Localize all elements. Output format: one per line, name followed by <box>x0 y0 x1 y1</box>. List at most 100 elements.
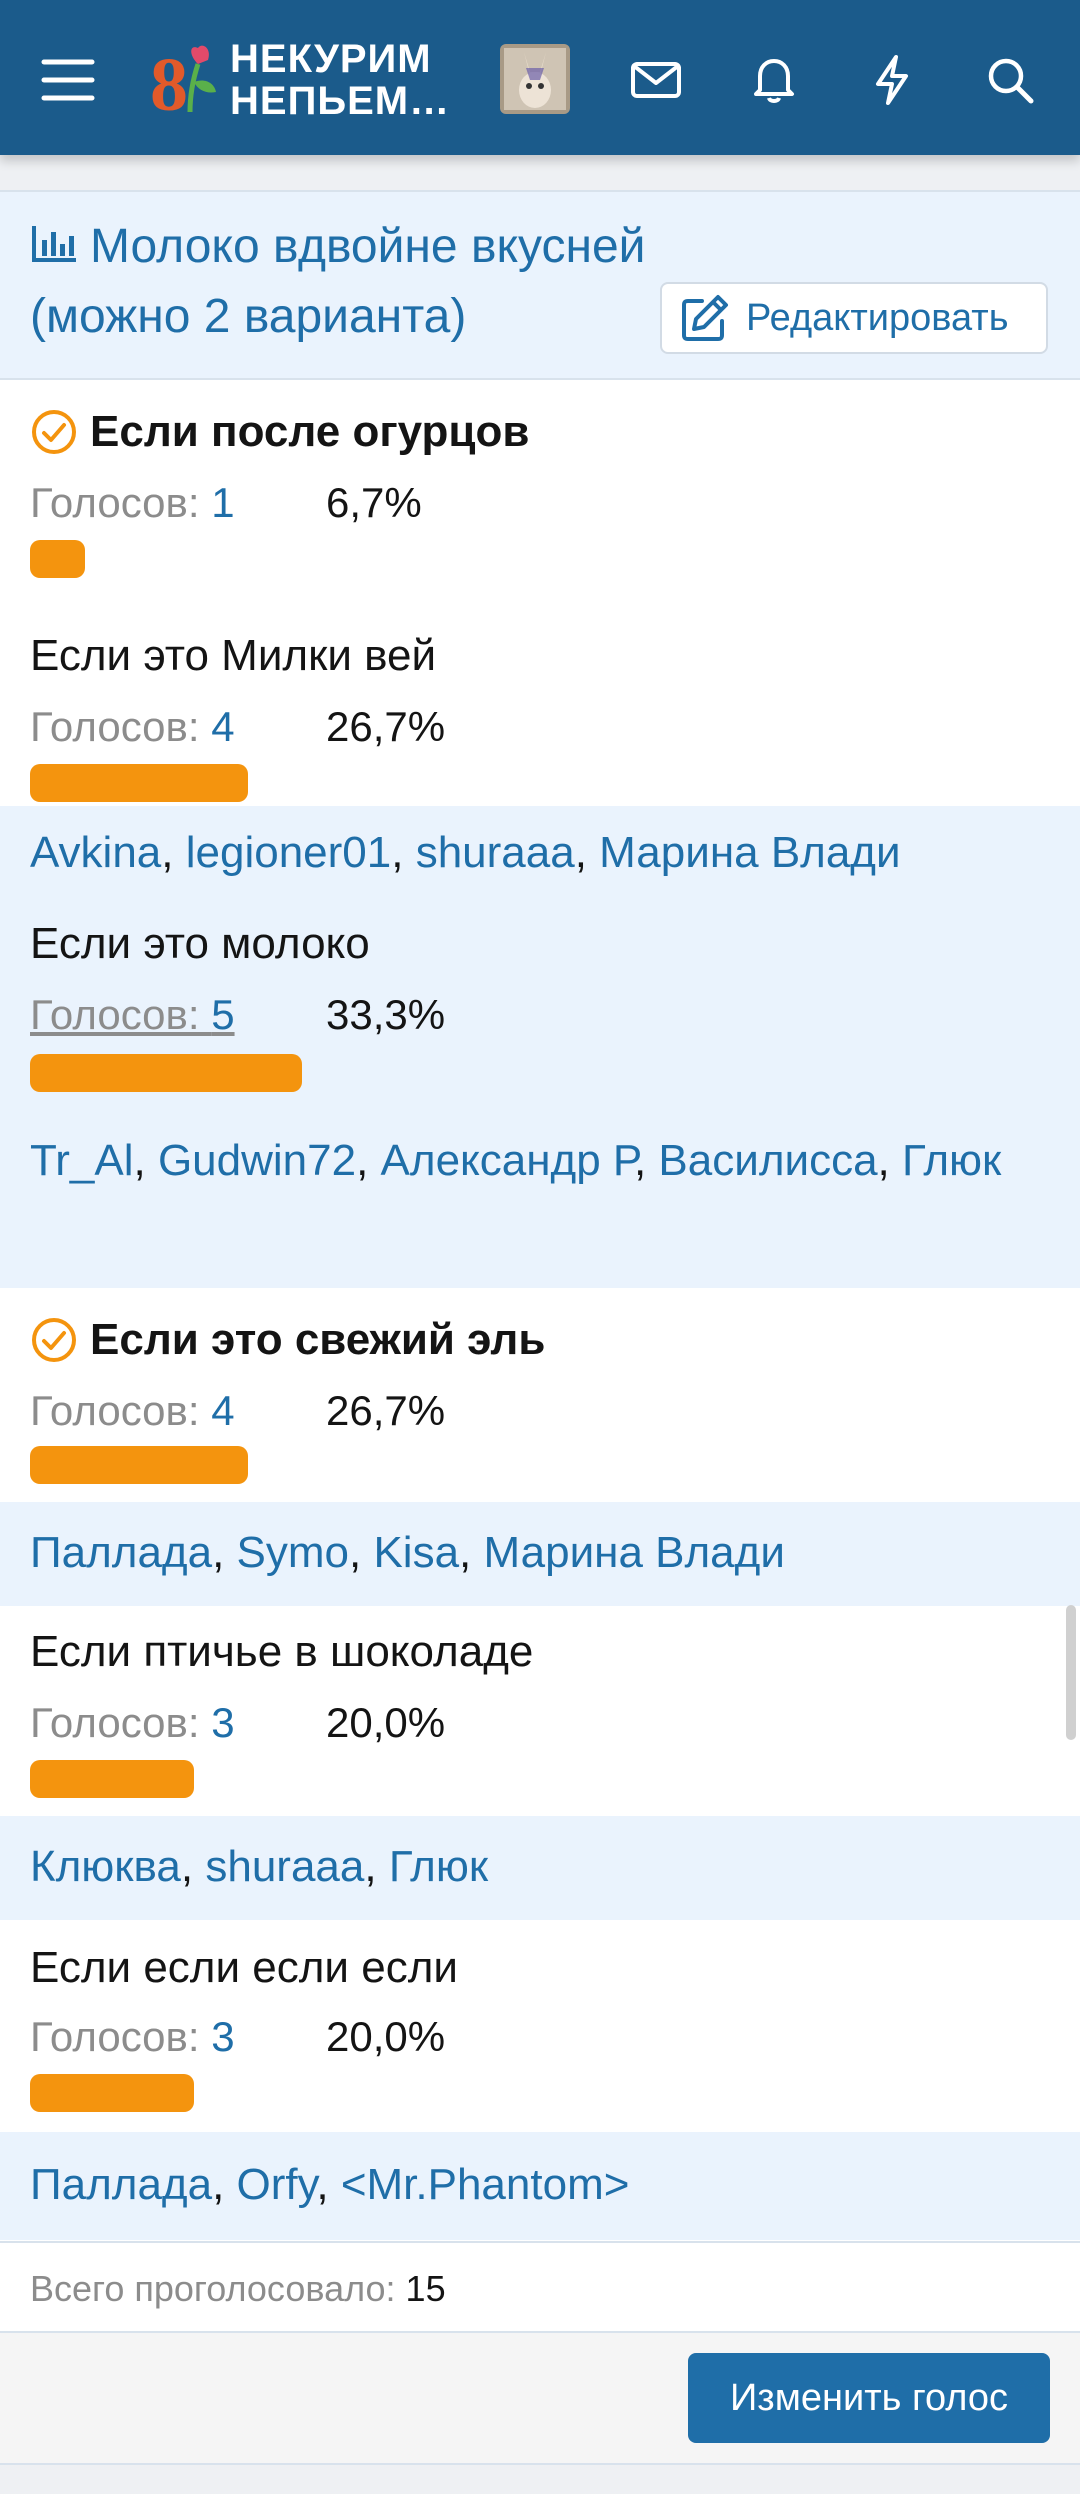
change-vote-button[interactable]: Изменить голос <box>688 2353 1050 2443</box>
voter-link[interactable]: Марина Влади <box>599 828 900 877</box>
votes-label: Голосов: <box>30 2013 212 2060</box>
votes-label: Голосов: <box>30 991 212 1038</box>
voter-separator: , <box>633 1136 659 1185</box>
voter-link[interactable]: Паллада <box>30 1528 212 1577</box>
top-navbar: 8 НЕКУРИМ НЕПЬЕМ… <box>0 0 1080 155</box>
voter-link[interactable]: Александр Р <box>381 1136 634 1185</box>
poll-option-votes: Голосов: 1 <box>30 476 235 530</box>
voter-link[interactable]: shuraaa <box>416 828 575 877</box>
poll-option-bar <box>30 540 85 578</box>
poll-option-1: Если это Милки вей Голосов: 4 26,7% <box>0 620 1080 806</box>
voter-separator: , <box>459 1528 484 1577</box>
scrollbar[interactable] <box>1066 1605 1076 1740</box>
poll-option-bar <box>30 2074 194 2112</box>
check-circle-icon <box>32 410 76 454</box>
edit-icon <box>682 295 728 341</box>
edit-poll-button[interactable]: Редактировать <box>660 282 1048 354</box>
poll-option-voters: Клюква, shuraaa, Глюк <box>0 1816 1080 1920</box>
voter-link[interactable]: shuraaa <box>205 1842 364 1891</box>
votes-count[interactable]: 4 <box>211 1387 234 1434</box>
votes-label: Голосов: <box>30 479 212 526</box>
poll-option-bar <box>30 1054 302 1092</box>
messages-button[interactable] <box>606 30 706 130</box>
poll-option-0: Если после огурцов Голосов: 1 6,7% <box>0 380 1080 620</box>
poll-option-label: Если это Милки вей <box>30 631 437 680</box>
voter-separator: , <box>349 1528 374 1577</box>
poll-option-percent: 26,7% <box>326 1387 446 1434</box>
voter-link[interactable]: Gudwin72 <box>158 1136 356 1185</box>
voter-separator: , <box>180 1842 206 1891</box>
poll-option-4: Если птичье в шоколаде Голосов: 3 20,0% <box>0 1606 1080 1816</box>
logo-emblem-icon: 8 <box>150 43 216 120</box>
poll-option-label: Если если если если <box>30 1943 458 1992</box>
avatar-image <box>500 44 570 114</box>
poll-option-percent: 26,7% <box>326 703 446 750</box>
logo-text-line1: НЕКУРИМ <box>230 37 432 81</box>
voter-link[interactable]: legioner01 <box>186 828 392 877</box>
votes-count[interactable]: 1 <box>211 479 234 526</box>
voter-separator: , <box>212 2160 237 2209</box>
poll-header: Молоко вдвойне вкусней (можно 2 варианта… <box>0 192 1080 380</box>
poll-option-votes[interactable]: Голосов: 5 <box>30 988 235 1042</box>
poll-option-percent: 20,0% <box>326 1699 446 1746</box>
voter-separator: , <box>877 1136 902 1185</box>
poll-option-bar <box>30 1446 248 1484</box>
voters-list: Паллада, Orfy, <Mr.Phantom> <box>30 2152 1040 2218</box>
voter-link[interactable]: Tr_Al <box>30 1136 134 1185</box>
voter-link[interactable]: Orfy <box>237 2160 317 2209</box>
voter-link[interactable]: Avkina <box>30 828 161 877</box>
voter-link[interactable]: Symo <box>237 1528 349 1577</box>
poll-option-voters: Avkina, legioner01, shuraaa, Марина Влад… <box>0 806 1080 906</box>
poll-option-percent: 33,3% <box>326 991 446 1038</box>
poll-option-label: Если это молоко <box>30 919 370 968</box>
poll-title-text: Молоко вдвойне вкусней (можно 2 варианта… <box>30 220 646 343</box>
voter-separator: , <box>391 828 416 877</box>
voters-list: Tr_Al, Gudwin72, Александр Р, Василисса,… <box>30 1128 1040 1194</box>
search-button[interactable] <box>960 30 1060 130</box>
lightning-icon <box>876 55 908 105</box>
votes-count[interactable]: 3 <box>211 2013 234 2060</box>
poll-option-votes: Голосов: 3 <box>30 1696 235 1750</box>
poll-option-votes: Голосов: 4 <box>30 1384 235 1438</box>
whats-new-button[interactable] <box>842 30 942 130</box>
voters-list: Паллада, Symo, Kisa, Марина Влади <box>30 1520 1040 1586</box>
voter-link[interactable]: Глюк <box>902 1136 1001 1185</box>
poll-option-voters: Tr_Al, Gudwin72, Александр Р, Василисса,… <box>0 1096 1080 1288</box>
poll-option-label: Если птичье в шоколаде <box>30 1627 534 1676</box>
voter-link[interactable]: Глюк <box>389 1842 488 1891</box>
votes-count[interactable]: 4 <box>211 703 234 750</box>
total-value: 15 <box>405 2268 446 2309</box>
poll-title: Молоко вдвойне вкусней (можно 2 варианта… <box>30 212 670 352</box>
voter-link[interactable]: Kisa <box>373 1528 459 1577</box>
voter-separator: , <box>574 828 600 877</box>
voter-link[interactable]: Паллада <box>30 2160 212 2209</box>
avatar[interactable] <box>500 44 570 114</box>
menu-button[interactable] <box>18 30 118 130</box>
voter-link[interactable]: Клюква <box>30 1842 181 1891</box>
total-voters: Всего проголосовало: 15 <box>30 2265 446 2313</box>
notifications-button[interactable] <box>724 30 824 130</box>
bell-icon <box>754 59 794 103</box>
voter-link[interactable]: Марина Влади <box>484 1528 785 1577</box>
poll-option-voters: Паллада, Orfy, <Mr.Phantom> <box>0 2132 1080 2240</box>
poll-option-label: Если после огурцов <box>90 407 530 456</box>
menu-icon <box>41 59 95 101</box>
poll-option-bar <box>30 764 248 802</box>
logo-text-line2: НЕПЬЕМ… <box>230 79 451 123</box>
poll-option-voters: Паллада, Symo, Kisa, Марина Влади <box>0 1502 1080 1606</box>
votes-label: Голосов: <box>30 1699 212 1746</box>
search-icon <box>988 58 1034 104</box>
votes-count[interactable]: 3 <box>211 1699 234 1746</box>
votes-count[interactable]: 5 <box>211 991 234 1038</box>
voters-list: Avkina, legioner01, shuraaa, Марина Влад… <box>30 820 1040 886</box>
poll-option-percent: 6,7% <box>326 479 422 526</box>
voter-separator: , <box>212 1528 237 1577</box>
mail-icon <box>631 62 681 98</box>
poll-total: Всего проголосовало: 15 <box>0 2241 1080 2335</box>
votes-label: Голосов: <box>30 703 212 750</box>
site-logo[interactable]: 8 НЕКУРИМ НЕПЬЕМ… <box>150 37 449 124</box>
voter-link[interactable]: <Mr.Phantom> <box>341 2160 630 2209</box>
poll-option-2: Если это молоко Голосов: 5 33,3% <box>0 906 1080 1096</box>
poll-option-bar <box>30 1760 194 1798</box>
voter-link[interactable]: Василисса <box>658 1136 877 1185</box>
